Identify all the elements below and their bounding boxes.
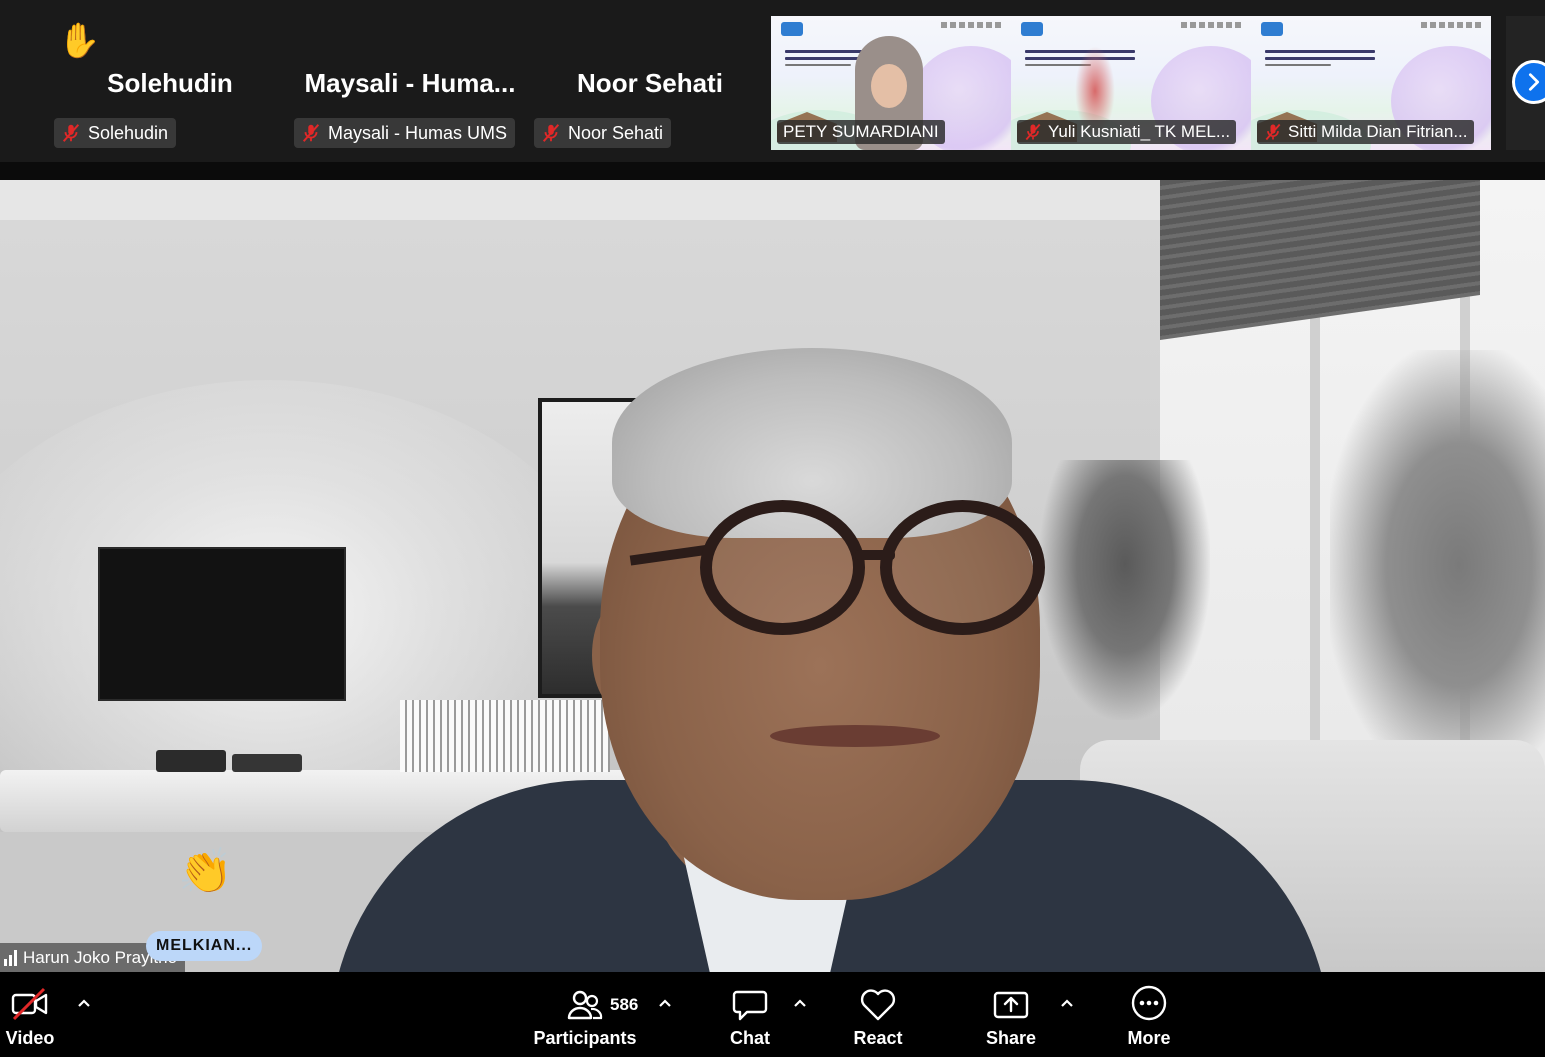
mic-muted-icon [62,124,80,142]
mic-muted-icon [542,124,560,142]
participant-display-name: Maysali - Huma... [304,68,516,98]
video-thumb-yuli-kusniati[interactable]: Yuli Kusniati_ TK MEL... [1011,16,1251,150]
chevron-up-icon [659,999,671,1007]
participants-options-caret[interactable] [656,994,674,1012]
active-speaker-video[interactable]: 👏 Harun Joko Prayitno MELKIAN... [0,180,1545,972]
more-button-label: More [1127,1028,1171,1048]
participant-name-chip: Maysali - Humas UMS [294,118,516,148]
participant-tile-solehudin[interactable]: Solehudin Solehudin [50,0,290,160]
video-thumb-pety-sumardiani[interactable]: PETY SUMARDIANI [771,16,1011,150]
participants-icon [567,990,603,1020]
mic-muted-icon [1265,123,1281,141]
participant-tile-noor-sehati[interactable]: Noor Sehati Noor Sehati [530,0,770,160]
participant-display-name: Noor Sehati [577,68,723,98]
share-screen-icon [993,991,1029,1019]
chevron-up-icon [794,999,806,1007]
video-thumb-name-label: PETY SUMARDIANI [777,120,945,144]
mic-muted-icon [1025,123,1041,141]
react-button[interactable]: React [845,972,911,1057]
strip-divider [0,162,1545,180]
share-button[interactable]: Share [980,972,1042,1057]
react-button-label: React [853,1028,903,1048]
share-options-caret[interactable] [1058,994,1076,1012]
video-thumb-sitti-milda[interactable]: Sitti Milda Dian Fitrian... [1251,16,1491,150]
meeting-toolbar: Video Participants 586 Chat React Share … [0,972,1545,1057]
participant-name-chip: Noor Sehati [534,118,672,148]
video-thumb-name-label: Yuli Kusniati_ TK MEL... [1017,120,1237,144]
chat-button-label: Chat [730,1028,770,1048]
share-button-label: Share [985,1028,1037,1048]
chevron-up-icon [78,999,90,1007]
video-options-caret[interactable] [75,994,93,1012]
reaction-user-tag: MELKIAN... [146,931,263,961]
chat-options-caret[interactable] [791,994,809,1012]
participant-chip-label: Maysali - Humas UMS [328,122,508,143]
video-thumb-name-label: Sitti Milda Dian Fitrian... [1257,120,1474,144]
participants-button-label: Participants [533,1028,637,1048]
participant-strip: ✋ Solehudin Solehudin Maysali - Huma... [0,0,1545,162]
more-icon [1131,985,1167,1021]
participant-display-name: Solehudin [107,68,233,98]
participant-chip-label: Solehudin [88,122,169,143]
participants-count-badge: 586 [610,995,639,1014]
video-button-label: Video [5,1028,55,1048]
zoom-meeting-window: ✋ Solehudin Solehudin Maysali - Huma... [0,0,1545,1057]
chevron-right-icon [1528,73,1540,91]
participant-chip-label: Noor Sehati [568,122,664,143]
heart-icon [860,989,896,1021]
chevron-up-icon [1061,999,1073,1007]
participant-tile-maysali[interactable]: Maysali - Huma... Maysali - Humas UMS [290,0,530,160]
chat-button[interactable]: Chat [720,972,780,1057]
more-button[interactable]: More [1118,972,1180,1057]
video-off-icon [11,987,48,1021]
chat-icon [732,990,768,1021]
signal-strength-icon [4,950,17,966]
clapping-hands-icon: 👏 [178,847,233,896]
video-button[interactable]: Video [0,972,60,1057]
mic-muted-icon [302,124,320,142]
participant-name-chip: Solehudin [54,118,177,148]
